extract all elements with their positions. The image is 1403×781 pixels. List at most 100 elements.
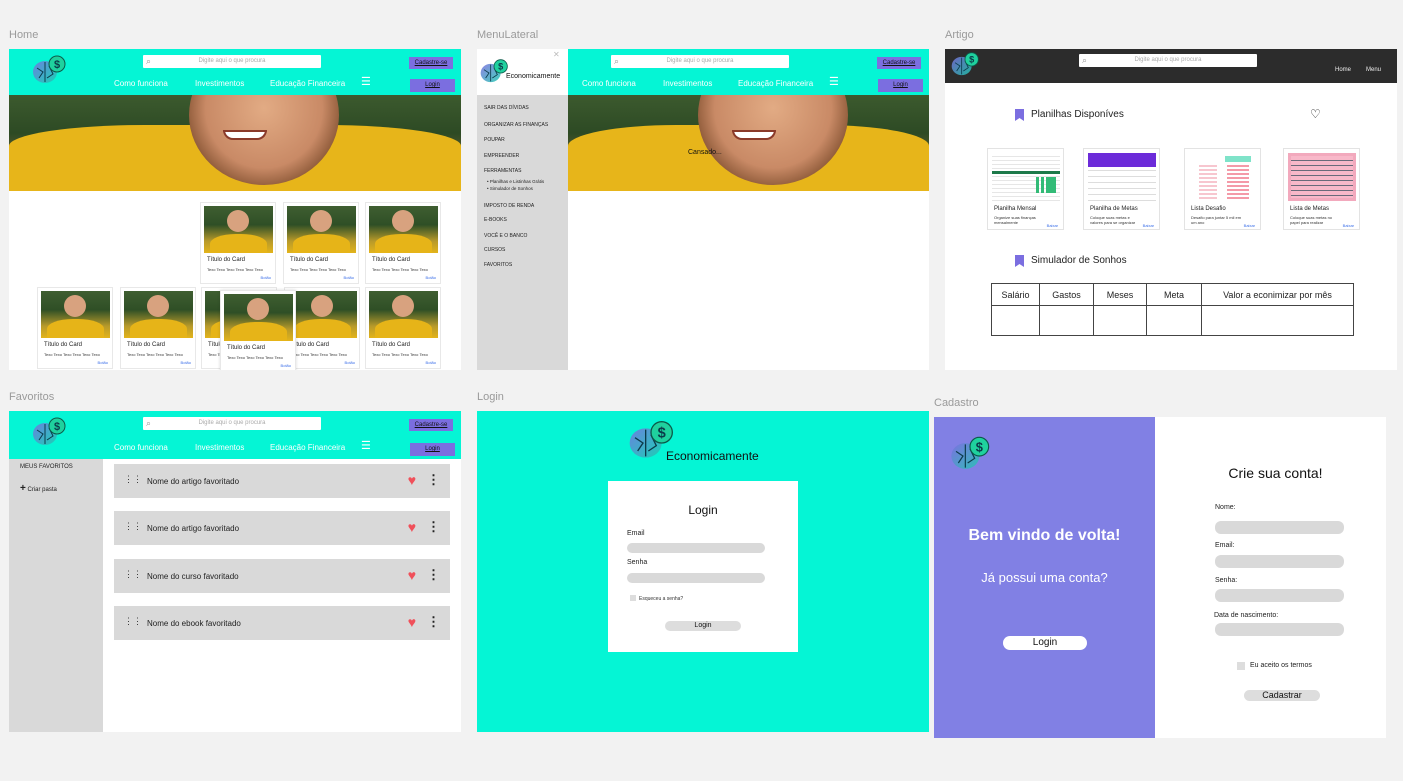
card[interactable]: Título do Card Texo Texo Texo Texo Texo T…	[200, 202, 276, 284]
nav-how-it-works[interactable]: Como funciona	[114, 443, 168, 452]
drag-handle-icon[interactable]: ⋮⋮	[124, 474, 142, 485]
search-input[interactable]: ⌕ Digite aqui o que procura	[143, 55, 321, 68]
favorite-item-name: Nome do artigo favoritado	[147, 524, 240, 533]
password-field[interactable]	[1215, 589, 1344, 602]
card-button[interactable]: Botão	[344, 275, 354, 280]
more-options-icon[interactable]: ⋮	[427, 567, 440, 583]
login-button[interactable]: Login	[878, 79, 923, 92]
menu-item-debts[interactable]: SAIR DAS DÍVIDAS	[484, 105, 529, 111]
dream-simulator-table: Salário Gastos Meses Meta Valor a econim…	[991, 283, 1354, 336]
card[interactable]: Título do Card Texo Texo Texo Texo Texo T…	[37, 287, 113, 369]
card[interactable]: Título do Card Texo Texo Texo Texo Texo T…	[365, 202, 441, 284]
heart-filled-icon[interactable]: ♥	[408, 519, 416, 535]
heart-filled-icon[interactable]: ♥	[408, 614, 416, 630]
search-input[interactable]: ⌕ Digite aqui o que procura	[1079, 54, 1257, 67]
sheet-card[interactable]: Lista Desafio Desafio para juntar 5 mil …	[1184, 148, 1261, 230]
terms-checkbox[interactable]	[1237, 662, 1245, 670]
card[interactable]: Título do Card Texo Texo Texo Texo Texo T…	[120, 287, 196, 369]
card-button[interactable]: Botão	[426, 275, 436, 280]
card-button[interactable]: Botão	[261, 275, 271, 280]
hamburger-menu-icon[interactable]: ☰	[361, 75, 371, 88]
drag-handle-icon[interactable]: ⋮⋮	[124, 521, 142, 532]
menu-item-favorites[interactable]: FAVORITOS	[484, 262, 512, 268]
menu-item-finances[interactable]: ORGANIZAR AS FINANÇAS	[484, 122, 548, 128]
more-options-icon[interactable]: ⋮	[427, 614, 440, 630]
menu-item-entrepreneur[interactable]: EMPREENDER	[484, 153, 519, 159]
nav-investments[interactable]: Investimentos	[195, 79, 244, 88]
favorite-item[interactable]: ⋮⋮ Nome do artigo favoritado ♥ ⋮	[114, 511, 450, 545]
heart-filled-icon[interactable]: ♥	[408, 472, 416, 488]
nav-financial-education[interactable]: Educação Financeira	[738, 79, 813, 88]
go-login-button[interactable]: Login	[1003, 636, 1087, 650]
card-button[interactable]: Botão	[281, 363, 291, 368]
nav-financial-education[interactable]: Educação Financeira	[270, 443, 345, 452]
nav-home[interactable]: Home	[1335, 67, 1351, 73]
card-button[interactable]: Botão	[426, 360, 436, 365]
hamburger-menu-icon[interactable]: ☰	[829, 75, 839, 88]
sheet-download[interactable]: Baixar	[1143, 223, 1154, 228]
nav-how-it-works[interactable]: Como funciona	[114, 79, 168, 88]
card[interactable]: Título do Card Texo Texo Texo Texo Texo T…	[220, 290, 296, 370]
forgot-checkbox[interactable]	[630, 595, 636, 601]
email-field[interactable]	[627, 543, 765, 553]
nav-financial-education[interactable]: Educação Financeira	[270, 79, 345, 88]
sheet-download[interactable]: Baixar	[1047, 223, 1058, 228]
nav-how-it-works[interactable]: Como funciona	[582, 79, 636, 88]
card[interactable]: Título do Card Texo Texo Texo Texo Texo T…	[283, 202, 359, 284]
menu-subitem-simulator[interactable]: • Simulador de Sonhos	[487, 186, 533, 191]
search-input[interactable]: ⌕ Digite aqui o que procura	[611, 55, 789, 68]
sheet-download[interactable]: Baixar	[1244, 223, 1255, 228]
sheet-card[interactable]: Lista de Metas Coloque suas metas no pap…	[1283, 148, 1360, 230]
signup-button[interactable]: Cadastre-se	[409, 57, 453, 69]
signup-button[interactable]: Cadastre-se	[409, 419, 453, 431]
menu-subitem-sheets[interactable]: • Planilhas e Listinhas Grátis	[487, 179, 544, 184]
signup-submit-button[interactable]: Cadastrar	[1244, 690, 1320, 701]
heart-filled-icon[interactable]: ♥	[408, 567, 416, 583]
card-button[interactable]: Botão	[98, 360, 108, 365]
name-field[interactable]	[1215, 521, 1344, 534]
nav-investments[interactable]: Investimentos	[195, 443, 244, 452]
hero-image	[9, 95, 461, 191]
favorite-item[interactable]: ⋮⋮ Nome do curso favoritado ♥ ⋮	[114, 559, 450, 593]
table-cell-input[interactable]	[1039, 305, 1094, 336]
more-options-icon[interactable]: ⋮	[427, 472, 440, 488]
menu-item-save[interactable]: POUPAR	[484, 137, 505, 143]
table-cell-input[interactable]	[1093, 305, 1147, 336]
close-icon[interactable]: ✕	[553, 50, 560, 59]
sheet-download[interactable]: Baixar	[1343, 223, 1354, 228]
email-field[interactable]	[1215, 555, 1344, 568]
menu-item-ebooks[interactable]: E-BOOKS	[484, 217, 507, 223]
hero-caption: Cansado...	[688, 149, 722, 156]
heart-outline-icon[interactable]: ♡	[1310, 107, 1321, 121]
card[interactable]: Título do Card Texo Texo Texo Texo Texo T…	[365, 287, 441, 369]
login-button[interactable]: Login	[410, 79, 455, 92]
more-options-icon[interactable]: ⋮	[427, 519, 440, 535]
password-field[interactable]	[627, 573, 765, 583]
forgot-password-link[interactable]: Esqueceu a senha?	[639, 596, 683, 602]
card-button[interactable]: Botão	[181, 360, 191, 365]
card-button[interactable]: Botão	[345, 360, 355, 365]
login-button[interactable]: Login	[410, 443, 455, 456]
drag-handle-icon[interactable]: ⋮⋮	[124, 569, 142, 580]
favorite-item[interactable]: ⋮⋮ Nome do ebook favoritado ♥ ⋮	[114, 606, 450, 640]
menu-item-bank[interactable]: VOCÊ E O BANCO	[484, 233, 527, 239]
sheet-card[interactable]: Planilha de Metas Coloque suas metas e v…	[1083, 148, 1160, 230]
hamburger-menu-icon[interactable]: ☰	[361, 439, 371, 452]
menu-item-tools[interactable]: FERRAMENTAS	[484, 168, 521, 174]
search-input[interactable]: ⌕ Digite aqui o que procura	[143, 417, 321, 430]
nav-menu[interactable]: Menu	[1366, 67, 1381, 73]
login-submit-button[interactable]: Login	[665, 621, 741, 631]
nav-investments[interactable]: Investimentos	[663, 79, 712, 88]
sheet-card[interactable]: Planilha Mensal Organize suas finanças m…	[987, 148, 1064, 230]
table-cell-input[interactable]	[1201, 305, 1354, 336]
birthdate-field[interactable]	[1215, 623, 1344, 636]
menu-item-tax[interactable]: IMPOSTO DE RENDA	[484, 203, 534, 209]
menu-item-courses[interactable]: CURSOS	[484, 247, 505, 253]
signup-button[interactable]: Cadastre-se	[877, 57, 921, 69]
favorite-item[interactable]: ⋮⋮ Nome do artigo favoritado ♥ ⋮	[114, 464, 450, 498]
logo-icon	[951, 52, 979, 76]
table-cell-input[interactable]	[991, 305, 1040, 336]
create-folder-button[interactable]: + Criar pasta	[20, 483, 57, 494]
table-cell-input[interactable]	[1146, 305, 1202, 336]
drag-handle-icon[interactable]: ⋮⋮	[124, 616, 142, 627]
